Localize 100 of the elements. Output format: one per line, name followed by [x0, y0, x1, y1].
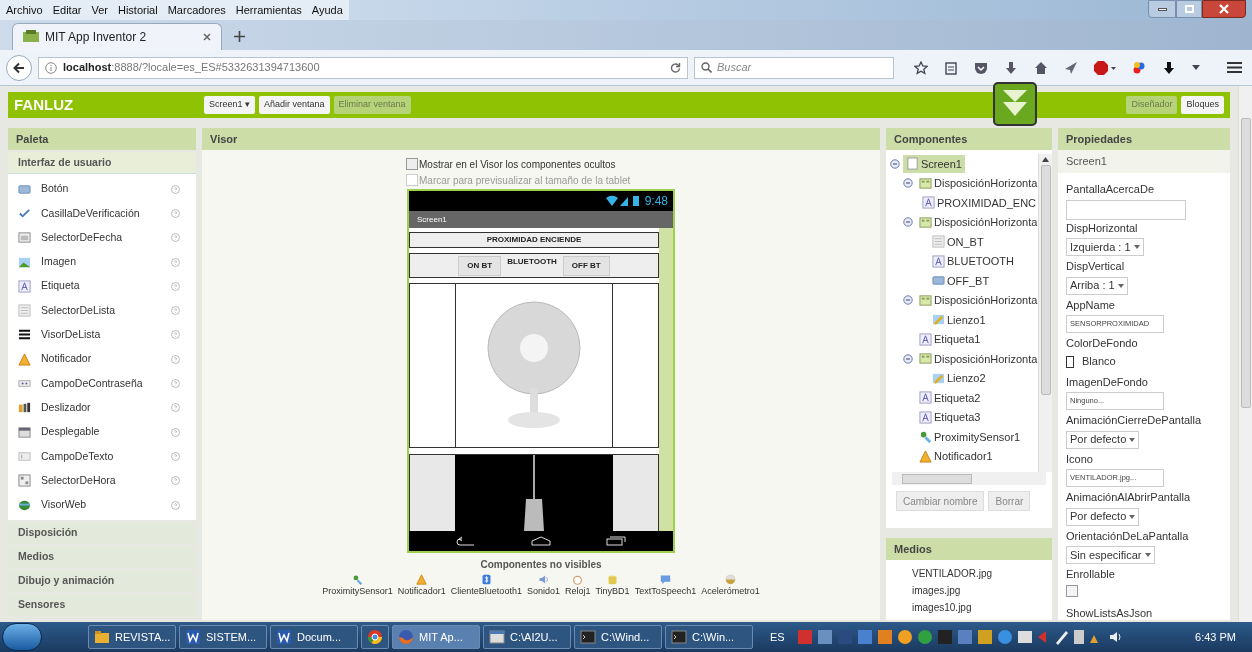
clock[interactable]: 6:43 PM	[1195, 628, 1236, 646]
color-swatch[interactable]	[1066, 355, 1074, 368]
palette-item[interactable]: Notificador	[8, 347, 196, 372]
component-item[interactable]: Reloj1	[564, 574, 591, 599]
palette-item[interactable]: Etiqueta	[8, 274, 196, 299]
component-item[interactable]: TinyBD1	[595, 574, 630, 599]
phone-button[interactable]: OFF BT	[562, 255, 610, 276]
taskbar-button[interactable]: SISTEM...	[179, 625, 267, 649]
dropdown[interactable]: Por defecto	[1066, 507, 1140, 526]
help-icon[interactable]	[171, 427, 180, 437]
tree-item[interactable]: Etiqueta2	[916, 388, 984, 407]
collapse-icon[interactable]	[903, 178, 913, 189]
language-indicator[interactable]: ES	[770, 628, 785, 646]
collapse-icon[interactable]	[903, 353, 913, 364]
minimize-icon[interactable]	[1148, 0, 1176, 18]
taskbar-button[interactable]: C:\AI2U...	[483, 625, 571, 649]
toolbar-button[interactable]: Añadir ventana	[259, 96, 330, 114]
scroll-up-icon[interactable]	[1042, 157, 1049, 162]
back-button[interactable]	[6, 54, 32, 81]
collapse-icon[interactable]	[903, 217, 913, 228]
component-item[interactable]: Acelerómetro1	[701, 574, 760, 599]
drawer-header[interactable]: Dibujo y animación	[8, 570, 196, 593]
dropdown[interactable]: Izquierda : 1	[1066, 238, 1144, 256]
tree-item[interactable]: ProximitySensor1	[916, 427, 1024, 446]
text-area[interactable]	[1066, 199, 1186, 220]
reload-icon[interactable]	[670, 62, 681, 73]
tree-item[interactable]: ON_BT	[929, 232, 987, 251]
help-icon[interactable]	[171, 184, 180, 194]
help-icon[interactable]	[171, 233, 180, 243]
home-icon[interactable]	[1034, 60, 1048, 75]
pocket-icon[interactable]	[974, 60, 988, 75]
menu-item[interactable]: Editar	[52, 1, 82, 19]
tree-item[interactable]: BLUETOOTH	[929, 252, 1018, 271]
scrollbar[interactable]	[1038, 154, 1052, 472]
menu-item[interactable]: Herramientas	[235, 1, 302, 19]
help-icon[interactable]	[171, 208, 180, 218]
palette-item[interactable]: Desplegable	[8, 419, 196, 445]
tree-item[interactable]: DisposiciónHorizonta	[916, 213, 1038, 232]
palette-item[interactable]: Botón	[8, 177, 196, 202]
menu-item[interactable]: Historial	[117, 1, 158, 19]
tree-item[interactable]: Etiqueta3	[916, 408, 984, 427]
tree-item[interactable]: DisposiciónHorizonta	[916, 349, 1038, 368]
palette-item[interactable]: VisorDeLista	[8, 322, 196, 348]
clipboard-icon[interactable]	[944, 60, 958, 75]
browser-tab[interactable]: MIT App Inventor 2	[12, 23, 222, 50]
tree-item[interactable]: Etiqueta1	[916, 330, 984, 349]
component-item[interactable]: ProximitySensor1	[322, 574, 393, 599]
palette-item[interactable]: CampoDeTexto	[8, 444, 196, 469]
media-file[interactable]: images.jpg	[912, 583, 1052, 598]
palette-item[interactable]: SelectorDeLista	[8, 298, 196, 323]
tree-item[interactable]: Lienzo1	[929, 310, 989, 329]
dropdown[interactable]: Sin especificar	[1066, 546, 1155, 564]
tree-item[interactable]: DisposiciónHorizonta	[916, 291, 1038, 310]
taskbar-button[interactable]: MIT Ap...	[392, 625, 480, 649]
component-item[interactable]: Sonido1	[526, 574, 560, 599]
stop-sign-icon[interactable]	[1094, 60, 1116, 75]
speaker-icon[interactable]	[1108, 630, 1123, 644]
address-bar[interactable]: localhost:8888/?locale=es_ES#5332631394713600	[38, 56, 688, 79]
palette-item[interactable]: Imagen	[8, 249, 196, 275]
dropdown[interactable]: Por defecto	[1066, 430, 1140, 449]
palette-item[interactable]: SelectorDeFecha	[8, 225, 196, 250]
menu-item[interactable]: Ayuda	[311, 1, 343, 19]
phone-button[interactable]: ON BT	[458, 255, 502, 276]
checkbox[interactable]	[406, 158, 418, 170]
palette-item[interactable]: Deslizador	[8, 395, 196, 420]
plus-icon[interactable]	[234, 31, 245, 42]
start-button[interactable]	[2, 623, 42, 651]
component-item[interactable]: Notificador1	[397, 574, 446, 599]
taskbar-button[interactable]: Docum...	[270, 625, 358, 649]
component-item[interactable]: ClienteBluetooth1	[450, 574, 522, 599]
colored-dots-icon[interactable]	[1132, 60, 1146, 75]
dropdown[interactable]: Arriba : 1	[1066, 276, 1128, 295]
tree-item[interactable]: Lienzo2	[929, 369, 989, 388]
tree-item[interactable]: Notificador1	[916, 447, 996, 466]
taskbar-button[interactable]	[361, 625, 389, 649]
help-icon[interactable]	[171, 476, 180, 486]
drawer-header[interactable]: Disposición	[8, 522, 196, 545]
restore-icon[interactable]	[1176, 0, 1202, 18]
star-icon[interactable]	[914, 60, 928, 75]
checkbox[interactable]	[1066, 584, 1078, 597]
download-icon[interactable]	[1004, 60, 1018, 75]
scrollbar[interactable]	[892, 472, 1046, 485]
menu-icon[interactable]	[1227, 61, 1242, 74]
palette-item[interactable]: VisorWeb	[8, 492, 196, 518]
help-icon[interactable]	[171, 306, 180, 316]
taskbar-button[interactable]: C:\Wind...	[574, 625, 662, 649]
media-file[interactable]: images10.jpg	[912, 600, 1052, 615]
close-icon[interactable]	[1202, 0, 1246, 18]
download-icon[interactable]	[1162, 60, 1176, 75]
component-item[interactable]: TextToSpeech1	[634, 574, 697, 599]
help-icon[interactable]	[171, 257, 180, 267]
help-icon[interactable]	[171, 403, 180, 413]
collapse-icon[interactable]	[903, 295, 913, 306]
help-icon[interactable]	[171, 500, 180, 510]
menu-item[interactable]: Ver	[91, 1, 108, 19]
tray-icons[interactable]	[797, 629, 1098, 645]
help-icon[interactable]	[171, 281, 180, 291]
tree-item[interactable]: DisposiciónHorizonta	[916, 174, 1038, 193]
help-icon[interactable]	[171, 451, 180, 461]
caret-icon[interactable]	[1192, 65, 1200, 70]
